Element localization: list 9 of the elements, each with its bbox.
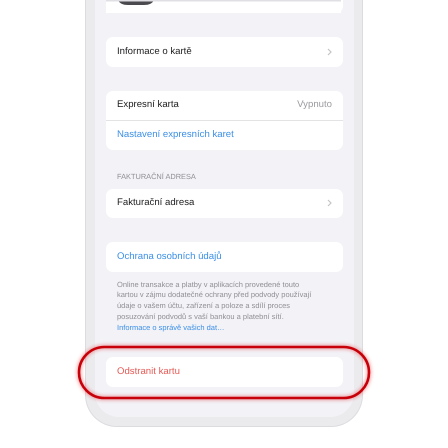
link[interactable]: Ochrana osobních údajů <box>117 250 222 264</box>
row-label[interactable]: Fakturační adresa <box>117 196 194 210</box>
row-label[interactable]: Informace o kartě <box>117 44 192 59</box>
row-value: Vypnuto <box>297 98 332 112</box>
chevron-icon <box>327 199 332 208</box>
row-label[interactable]: Expresní karta <box>117 98 179 112</box>
remove-card-button[interactable]: Odstranit kartu <box>117 365 180 380</box>
chevron-icon <box>327 48 332 56</box>
link[interactable]: Nastavení expresních karet <box>117 128 234 142</box>
